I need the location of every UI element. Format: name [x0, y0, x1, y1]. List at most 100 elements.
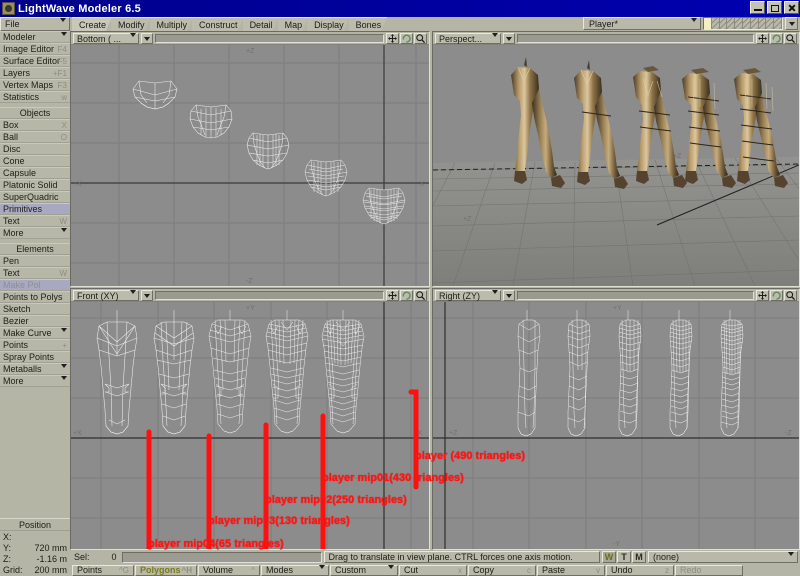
tab-multiply[interactable]: Multiply	[150, 17, 194, 31]
sidebar-item-text[interactable]: Text W	[0, 215, 70, 227]
pan-icon[interactable]	[756, 289, 769, 301]
viewport-front[interactable]: Front (XY) +Y -Y +X -X	[70, 288, 430, 550]
layer-swatch[interactable]	[750, 18, 759, 29]
viewport-bottom-canvas[interactable]: +Z -Z +X -X	[71, 45, 429, 286]
sidebar-item-disc[interactable]: Disc	[0, 143, 70, 155]
viewport-front-canvas[interactable]: +Y -Y +X -X	[71, 302, 429, 549]
sidebar-item-box[interactable]: Box X	[0, 119, 70, 131]
toolbar-button-custom[interactable]: Custom	[330, 564, 398, 576]
layer-swatch[interactable]	[719, 18, 728, 29]
viewport-perspective-canvas[interactable]: +Z +Z	[433, 45, 799, 286]
sidebar-item-vertex-maps[interactable]: Vertex Maps F3	[0, 79, 70, 91]
layer-select[interactable]: Player*	[583, 17, 701, 32]
sidebar-item-bezier[interactable]: Bezier	[0, 315, 70, 327]
rotate-icon[interactable]	[400, 32, 413, 44]
sidebar-item-capsule[interactable]: Capsule	[0, 167, 70, 179]
viewport-bottom-name[interactable]: Bottom ( ...	[73, 33, 139, 47]
viewport-front-name[interactable]: Front (XY)	[73, 290, 139, 304]
toolbar-button-hotkey: ^G	[119, 565, 129, 575]
viewport-bottom[interactable]: Bottom ( ... +Z -Z +X -X	[70, 31, 430, 287]
viewport-perspective-name[interactable]: Perspect...	[435, 33, 501, 47]
zoom-icon[interactable]	[784, 32, 797, 44]
tab-detail[interactable]: Detail	[243, 17, 279, 31]
viewport-right-canvas[interactable]: +Y -Y +Z -Z	[433, 302, 799, 549]
rotate-icon[interactable]	[770, 32, 783, 44]
mode-toggle-m[interactable]: M	[632, 551, 646, 563]
minimize-button[interactable]	[750, 1, 765, 14]
file-menu[interactable]: File	[0, 17, 70, 32]
tab-display[interactable]: Display	[307, 17, 350, 31]
layer-dropdown-button[interactable]	[785, 17, 798, 30]
viewport-bottom-scroll[interactable]	[155, 33, 384, 43]
toolbar-button-cut[interactable]: Cut x	[399, 564, 467, 576]
sidebar-item-metaballs[interactable]: Metaballs	[0, 363, 70, 378]
viewport-perspective-options[interactable]	[503, 33, 515, 44]
toolbar-button-volume[interactable]: Volume ^	[198, 564, 260, 576]
layer-swatch[interactable]	[758, 18, 767, 29]
tab-map[interactable]: Map	[278, 17, 309, 31]
selection-progress-bar[interactable]	[121, 551, 322, 563]
sidebar-item-ball[interactable]: Ball O	[0, 131, 70, 143]
sidebar-item-points[interactable]: Points +	[0, 339, 70, 351]
toolbar-button-copy[interactable]: Copy c	[468, 564, 536, 576]
sidebar-item-make-curve[interactable]: Make Curve	[0, 327, 70, 342]
viewport-right-options[interactable]	[503, 290, 515, 301]
sidebar-item-modeler[interactable]: Modeler	[0, 31, 70, 46]
viewport-right[interactable]: Right (ZY) +Y -Y +Z -Z	[432, 288, 800, 550]
layer-swatch[interactable]	[711, 18, 720, 29]
viewport-perspective-scroll[interactable]	[517, 33, 754, 43]
layer-swatches[interactable]	[703, 17, 783, 30]
toolbar-button-undo[interactable]: Undo z	[606, 564, 674, 576]
layer-swatch[interactable]	[727, 18, 736, 29]
surface-select[interactable]: (none)	[648, 551, 798, 566]
sidebar-item-spray-points[interactable]: Spray Points	[0, 351, 70, 363]
viewport-right-scroll[interactable]	[517, 290, 754, 300]
sidebar-item-primitives[interactable]: Primitives	[0, 203, 70, 215]
sidebar-item-text[interactable]: Text W	[0, 267, 70, 279]
pan-icon[interactable]	[386, 32, 399, 44]
sidebar-item-surface-editor[interactable]: Surface Editor F5	[0, 55, 70, 67]
tab-modify[interactable]: Modify	[111, 17, 151, 31]
sidebar-item-points-to-polys[interactable]: Points to Polys	[0, 291, 70, 303]
close-button[interactable]	[784, 1, 799, 14]
sidebar-item-platonic-solid[interactable]: Platonic Solid	[0, 179, 70, 191]
zoom-icon[interactable]	[414, 32, 427, 44]
tab-bones[interactable]: Bones	[349, 17, 388, 31]
tab-create[interactable]: Create	[72, 17, 112, 31]
zoom-icon[interactable]	[784, 289, 797, 301]
rotate-icon[interactable]	[770, 289, 783, 301]
toolbar-button-modes[interactable]: Modes	[261, 564, 329, 576]
sidebar-item-more[interactable]: More	[0, 375, 70, 390]
pan-icon[interactable]	[756, 32, 769, 44]
sidebar-item-cone[interactable]: Cone	[0, 155, 70, 167]
sidebar-item-sketch[interactable]: Sketch	[0, 303, 70, 315]
sidebar-item-superquadric[interactable]: SuperQuadric	[0, 191, 70, 203]
viewport-front-options[interactable]	[141, 290, 153, 301]
mode-toggle-t[interactable]: T	[617, 551, 631, 563]
layer-swatch[interactable]	[766, 18, 775, 29]
toolbar-button-polygons[interactable]: Polygons ^H	[135, 564, 197, 576]
layer-swatch[interactable]	[735, 18, 743, 29]
viewport-bottom-options[interactable]	[141, 33, 153, 44]
pan-icon[interactable]	[386, 289, 399, 301]
layer-swatch[interactable]	[704, 18, 712, 29]
mode-toggle-w[interactable]: W	[602, 551, 616, 563]
sidebar-item-pen[interactable]: Pen	[0, 255, 70, 267]
viewport-right-name[interactable]: Right (ZY)	[435, 290, 501, 304]
zoom-icon[interactable]	[414, 289, 427, 301]
sidebar-item-image-editor[interactable]: Image Editor F4	[0, 43, 70, 55]
layer-swatch[interactable]	[774, 18, 782, 29]
sidebar-item-make-pol[interactable]: Make Pol	[0, 279, 70, 291]
toolbar-button-paste[interactable]: Paste v	[537, 564, 605, 576]
viewport-perspective[interactable]: Perspect... +Z +Z	[432, 31, 800, 287]
viewport-front-scroll[interactable]	[155, 290, 384, 300]
toolbar-button-points[interactable]: Points ^G	[72, 564, 134, 576]
rotate-icon[interactable]	[400, 289, 413, 301]
sidebar-item-layers[interactable]: Layers +F1	[0, 67, 70, 79]
maximize-button[interactable]	[767, 1, 782, 14]
tab-construct[interactable]: Construct	[192, 17, 244, 31]
sidebar-item-more[interactable]: More	[0, 227, 70, 242]
layer-swatch[interactable]	[742, 18, 751, 29]
sidebar-item-label: Points to Polys	[3, 292, 63, 302]
sidebar-item-statistics[interactable]: Statistics w	[0, 91, 70, 103]
